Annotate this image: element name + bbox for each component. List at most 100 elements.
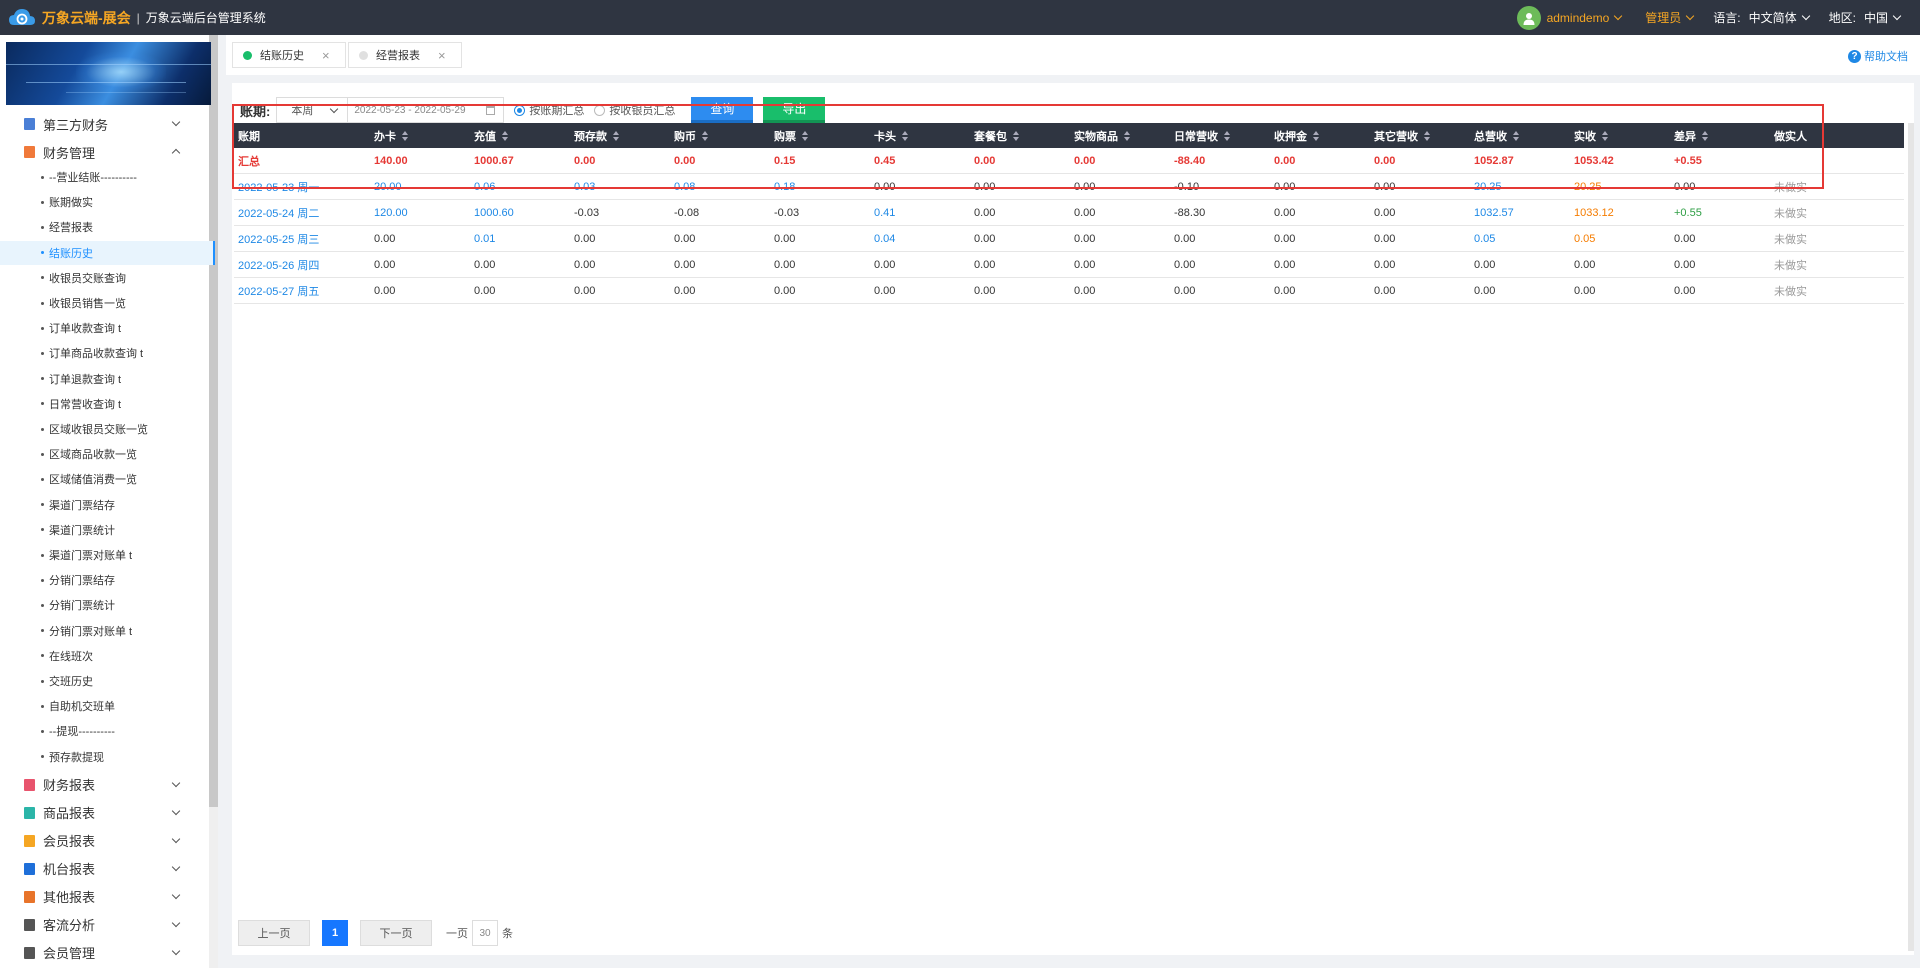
sidebar-item[interactable]: 预存款提现 xyxy=(0,745,215,769)
sort-icon[interactable] xyxy=(1702,130,1709,141)
radio-by-period[interactable]: 按账期汇总 xyxy=(514,102,584,118)
sidebar-item[interactable]: 日常营收查询 t xyxy=(0,392,215,416)
sidebar-group-label: 会员报表 xyxy=(43,834,96,850)
sidebar-item[interactable]: 区域储值消费一览 xyxy=(0,467,215,491)
sidebar-item[interactable]: 自助机交班单 xyxy=(0,694,215,718)
logo[interactable]: 万象云端-展会 | 万象云端后台管理系统 xyxy=(8,7,266,29)
column-header[interactable]: 总营收 xyxy=(1468,128,1568,144)
sidebar-item[interactable]: 收银员交账查询 xyxy=(0,266,215,290)
user-avatar-icon[interactable] xyxy=(1516,5,1541,30)
bullet-icon xyxy=(41,629,44,633)
sidebar-item[interactable]: 订单退款查询 t xyxy=(0,367,215,391)
period-link[interactable]: 2022-05-23 周一 xyxy=(234,179,368,195)
table-cell: 0.01 xyxy=(474,232,496,245)
sidebar-group-groups_bottom-2[interactable]: 会员报表 xyxy=(0,828,205,854)
table-cell: 0.00 xyxy=(574,258,596,271)
sidebar-group-groups_top-0[interactable]: 第三方财务 xyxy=(0,111,205,137)
period-select[interactable]: 本周 xyxy=(276,97,349,123)
sidebar-item[interactable]: 渠道门票对账单 t xyxy=(0,543,215,567)
column-header[interactable]: 卡头 xyxy=(868,128,968,144)
help-doc-link[interactable]: ? 帮助文档 xyxy=(1848,48,1908,64)
sidebar-item[interactable]: 经营报表 xyxy=(0,215,215,239)
sidebar-group-groups_bottom-1[interactable]: 商品报表 xyxy=(0,800,205,826)
sidebar-item[interactable]: 账期做实 xyxy=(0,190,215,214)
sidebar-item[interactable]: 结账历史 xyxy=(0,240,215,265)
period-link[interactable]: 2022-05-26 周四 xyxy=(234,257,368,273)
sort-icon[interactable] xyxy=(613,130,620,141)
sidebar-item[interactable]: 区域收银员交账一览 xyxy=(0,417,215,441)
sort-icon[interactable] xyxy=(1424,130,1431,141)
export-button[interactable]: 导出 xyxy=(763,97,826,123)
sort-icon[interactable] xyxy=(1224,130,1231,141)
next-page-button[interactable]: 下一页 xyxy=(360,920,432,946)
table-cell: 未做实 xyxy=(1774,207,1807,220)
close-icon[interactable]: × xyxy=(322,48,330,63)
sidebar-item[interactable]: 分销门票对账单 t xyxy=(0,619,215,643)
sidebar-item[interactable]: 交班历史 xyxy=(0,669,215,693)
sidebar-group-groups_bottom-4[interactable]: 其他报表 xyxy=(0,884,205,910)
table-cell: 0.00 xyxy=(1374,232,1396,245)
period-link[interactable]: 2022-05-24 周二 xyxy=(234,205,368,221)
sort-icon[interactable] xyxy=(1513,130,1520,141)
column-header[interactable]: 日常营收 xyxy=(1168,128,1268,144)
sidebar-item[interactable]: 订单商品收款查询 t xyxy=(0,341,215,365)
sidebar-item[interactable]: 渠道门票结存 xyxy=(0,493,215,517)
sidebar-item[interactable]: --提现---------- xyxy=(0,719,215,743)
language-menu[interactable]: 语言: 中文简体 xyxy=(1705,9,1814,26)
column-header[interactable]: 预存款 xyxy=(568,128,668,144)
prev-page-button[interactable]: 上一页 xyxy=(238,920,310,946)
tab-settle-history[interactable]: 结账历史 × xyxy=(232,42,346,68)
column-header[interactable]: 实物商品 xyxy=(1068,128,1168,144)
column-header[interactable]: 差异 xyxy=(1668,128,1768,144)
region-menu[interactable]: 地区: 中国 xyxy=(1821,9,1906,26)
sidebar-group-groups_bottom-5[interactable]: 客流分析 xyxy=(0,912,205,938)
sidebar-item[interactable]: 渠道门票统计 xyxy=(0,518,215,542)
sidebar-item-label: 分销门票对账单 t xyxy=(49,625,133,638)
sidebar-item[interactable]: 收银员销售一览 xyxy=(0,291,215,315)
sidebar-item[interactable]: 订单收款查询 t xyxy=(0,316,215,340)
user-menu[interactable]: admindemo xyxy=(1547,11,1628,25)
period-link[interactable]: 2022-05-27 周五 xyxy=(234,283,368,299)
column-header[interactable]: 充值 xyxy=(468,128,568,144)
table-scrollbar[interactable] xyxy=(1908,123,1914,951)
sort-icon[interactable] xyxy=(1313,130,1320,141)
sidebar-group-groups_bottom-3[interactable]: 机台报表 xyxy=(0,856,205,882)
column-header[interactable]: 购票 xyxy=(768,128,868,144)
sort-icon[interactable] xyxy=(1602,130,1609,141)
tab-business-report[interactable]: 经营报表 × xyxy=(348,42,462,68)
sort-icon[interactable] xyxy=(402,130,409,141)
role-menu[interactable]: 管理员 xyxy=(1633,9,1699,26)
sidebar-item[interactable]: 在线班次 xyxy=(0,644,215,668)
close-icon[interactable]: × xyxy=(438,48,446,63)
current-page[interactable]: 1 xyxy=(322,920,348,946)
sort-icon[interactable] xyxy=(802,130,809,141)
per-page-input[interactable]: 30 xyxy=(472,920,498,946)
column-header[interactable]: 其它营收 xyxy=(1368,128,1468,144)
column-header[interactable]: 套餐包 xyxy=(968,128,1068,144)
sidebar-item[interactable]: 分销门票统计 xyxy=(0,593,215,617)
sort-icon[interactable] xyxy=(902,130,909,141)
period-link[interactable]: 2022-05-25 周三 xyxy=(234,231,368,247)
column-header[interactable]: 实收 xyxy=(1568,128,1668,144)
sort-icon[interactable] xyxy=(702,130,709,141)
query-button[interactable]: 查询 xyxy=(691,97,754,123)
sidebar-group-groups_top-1[interactable]: 财务管理 xyxy=(0,139,205,165)
column-header[interactable]: 收押金 xyxy=(1268,128,1368,144)
column-header[interactable]: 办卡 xyxy=(368,128,468,144)
sidebar-item[interactable]: 区域商品收款一览 xyxy=(0,442,215,466)
layers-icon xyxy=(24,890,35,903)
sidebar-group-groups_bottom-0[interactable]: 财务报表 xyxy=(0,772,205,798)
sort-icon[interactable] xyxy=(1013,130,1020,141)
table-cell: 0.00 xyxy=(374,284,396,297)
sidebar-item[interactable]: --营业结账---------- xyxy=(0,165,215,189)
sort-icon[interactable] xyxy=(1124,130,1131,141)
calendar-icon xyxy=(486,106,496,115)
radio-by-cashier[interactable]: 按收银员汇总 xyxy=(594,102,675,118)
sort-icon[interactable] xyxy=(502,130,509,141)
column-header[interactable]: 购币 xyxy=(668,128,768,144)
system-name: 万象云端后台管理系统 xyxy=(145,11,266,25)
sidebar-item-label: 账期做实 xyxy=(49,197,93,210)
sidebar-item[interactable]: 分销门票结存 xyxy=(0,568,215,592)
date-range-input[interactable]: 2022-05-23 - 2022-05-29 xyxy=(348,97,505,123)
sidebar-group-groups_bottom-6[interactable]: 会员管理 xyxy=(0,940,205,966)
